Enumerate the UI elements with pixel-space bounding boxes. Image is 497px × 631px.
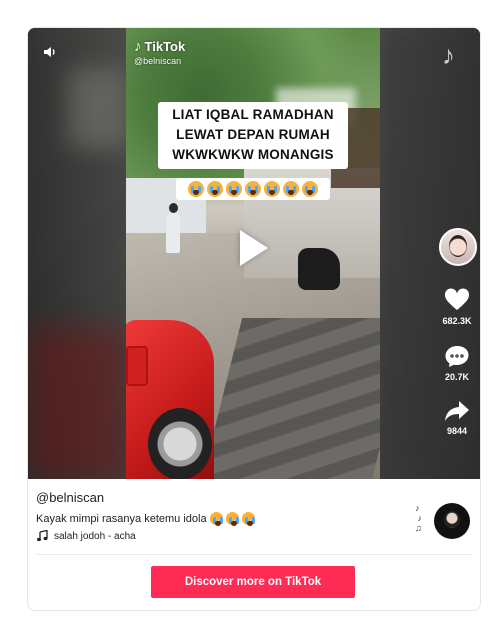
comment-count: 20.7K — [444, 372, 470, 382]
share-count: 9844 — [446, 426, 468, 436]
post-info: @belniscan Kayak mimpi rasanya ketemu id… — [28, 479, 480, 610]
crying-face-icon — [188, 181, 204, 197]
caption-emoji-row — [176, 178, 330, 200]
divider — [36, 554, 472, 555]
play-icon[interactable] — [240, 230, 268, 266]
video-frame: ♪ TikTok @belniscan LIAT IQBAL RAMADHAN … — [126, 28, 380, 479]
music-title: salah jodoh - acha — [54, 530, 136, 542]
crying-face-icon — [209, 512, 223, 526]
caption-line: WKWKWKW MONANGIS — [172, 147, 334, 162]
crying-face-icon — [264, 181, 280, 197]
share-button[interactable]: 9844 — [436, 400, 478, 436]
caption-line: LIAT IQBAL RAMADHAN — [172, 107, 334, 122]
description-text: Kayak mimpi rasanya ketemu idola — [36, 512, 207, 525]
crying-face-icon — [283, 181, 299, 197]
post-description: Kayak mimpi rasanya ketemu idola — [36, 512, 255, 526]
tiktok-logo-icon: ♪ — [134, 38, 142, 55]
comment-button[interactable]: 20.7K — [436, 344, 478, 382]
crying-face-icon — [225, 512, 239, 526]
crying-face-icon — [245, 181, 261, 197]
like-button[interactable]: 682.3K — [436, 288, 478, 326]
tiktok-embed-card: ♪ ♪ TikTok @belniscan LIAT IQBAL RAMADHA… — [27, 27, 481, 611]
music-notes-icon: ♪ ♪ ♫ — [415, 503, 423, 533]
caption-line: LEWAT DEPAN RUMAH — [176, 127, 330, 142]
heart-icon — [444, 288, 470, 310]
caption-box: LIAT IQBAL RAMADHAN LEWAT DEPAN RUMAH WK… — [158, 102, 348, 169]
author-handle[interactable]: @belniscan — [36, 490, 104, 505]
share-icon — [445, 401, 469, 421]
crying-face-icon — [207, 181, 223, 197]
comment-icon — [445, 346, 469, 367]
watermark-brand: TikTok — [144, 39, 186, 54]
crying-face-icon — [241, 512, 255, 526]
music-track[interactable]: salah jodoh - acha — [36, 530, 136, 542]
record-disc[interactable] — [434, 503, 470, 539]
discover-more-button[interactable]: Discover more on TikTok — [151, 566, 355, 598]
speaker-icon[interactable] — [42, 44, 58, 60]
video-player[interactable]: ♪ ♪ TikTok @belniscan LIAT IQBAL RAMADHA… — [28, 28, 480, 479]
avatar[interactable] — [439, 228, 477, 266]
music-note-icon — [37, 530, 48, 542]
like-count: 682.3K — [442, 316, 472, 326]
tiktok-watermark: ♪ TikTok — [134, 38, 185, 55]
crying-face-icon — [226, 181, 242, 197]
watermark-handle: @belniscan — [134, 56, 182, 66]
tiktok-logo-icon: ♪ — [442, 40, 455, 70]
crying-face-icon — [302, 181, 318, 197]
